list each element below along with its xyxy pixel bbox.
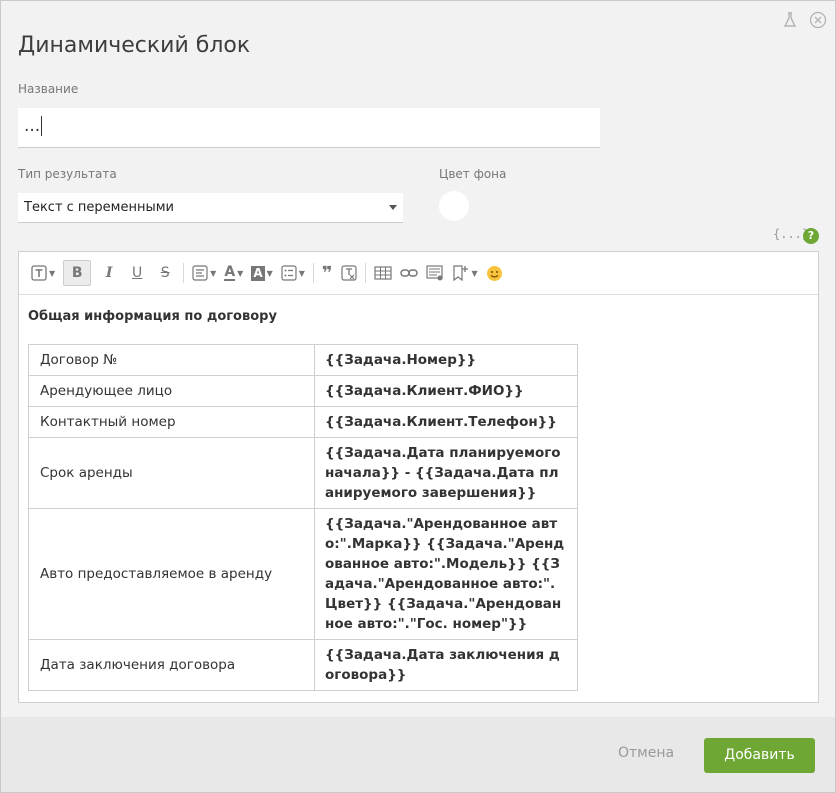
chevron-down-icon: ▼: [49, 268, 56, 278]
list-button[interactable]: ▼: [281, 261, 305, 285]
chevron-down-icon: ▼: [266, 268, 273, 278]
result-type-value: Текст с переменными: [24, 200, 174, 215]
table-cell-value: {{Задача.Клиент.Телефон}}: [314, 406, 578, 438]
table-row: Авто предоставляемое в аренду {{Задача."…: [28, 508, 578, 640]
table-cell-value: {{Задача.Клиент.ФИО}}: [314, 375, 578, 407]
content-heading: Общая информация по договору: [28, 309, 277, 324]
table-row: Срок аренды {{Задача.Дата планируемого н…: [28, 437, 578, 509]
dialog-top-icons: [781, 11, 827, 29]
editor-content[interactable]: Общая информация по договору Договор № {…: [19, 295, 818, 705]
dialog-title: Динамический блок: [18, 33, 251, 58]
bold-button[interactable]: B: [63, 260, 92, 286]
close-icon[interactable]: [809, 11, 827, 29]
chevron-down-icon: ▼: [210, 268, 217, 278]
help-icon[interactable]: ?: [803, 228, 819, 244]
table-cell-key: Срок аренды: [28, 437, 315, 509]
table-cell-value: {{Задача.Дата заключения договора}}: [314, 639, 578, 691]
table-row: Дата заключения договора {{Задача.Дата з…: [28, 639, 578, 691]
font-color-button[interactable]: A ▼: [224, 261, 243, 285]
align-button[interactable]: ▼: [192, 261, 216, 285]
table-cell-value: {{Задача.Дата планируемого начала}} - {{…: [314, 437, 578, 509]
dropdown-arrow-icon: [389, 205, 397, 210]
table-row: Договор № {{Задача.Номер}}: [28, 344, 578, 376]
table-cell-key: Арендующее лицо: [28, 375, 315, 407]
table-cell-key: Контактный номер: [28, 406, 315, 438]
table-icon[interactable]: [373, 261, 392, 285]
flask-icon[interactable]: [781, 11, 799, 29]
chevron-down-icon: ▼: [471, 268, 478, 278]
text-style-button[interactable]: ▼: [31, 261, 55, 285]
italic-button[interactable]: I: [99, 261, 119, 285]
name-input[interactable]: ...: [18, 108, 600, 148]
editor-toolbar: ▼ B I U S ▼ A ▼ A ▼ ▼ ❞ ▼: [19, 252, 818, 295]
bookmark-icon[interactable]: ▼: [452, 261, 478, 285]
bg-color-label: Цвет фона: [439, 167, 507, 181]
toolbar-separator: [312, 263, 314, 283]
chevron-down-icon: ▼: [237, 268, 244, 278]
link-icon[interactable]: [399, 261, 418, 285]
dynamic-block-dialog: Динамический блок Название ... Тип резул…: [0, 0, 836, 793]
chevron-down-icon: ▼: [298, 268, 305, 278]
cancel-button[interactable]: Отмена: [618, 745, 674, 761]
quote-icon[interactable]: ❞: [322, 261, 333, 285]
name-label: Название: [18, 82, 79, 96]
strikethrough-button[interactable]: S: [155, 261, 175, 285]
highlight-color-button[interactable]: A ▼: [251, 261, 273, 285]
media-icon[interactable]: [425, 261, 444, 285]
table-cell-key: Авто предоставляемое в аренду: [28, 508, 315, 640]
table-cell-key: Дата заключения договора: [28, 639, 315, 691]
bg-color-picker[interactable]: [439, 191, 469, 221]
add-button[interactable]: Добавить: [704, 738, 815, 773]
table-cell-key: Договор №: [28, 344, 315, 376]
rich-text-editor: ▼ B I U S ▼ A ▼ A ▼ ▼ ❞ ▼ Общая информац…: [18, 251, 819, 703]
table-row: Арендующее лицо {{Задача.Клиент.ФИО}}: [28, 375, 578, 407]
table-cell-value: {{Задача.Номер}}: [314, 344, 578, 376]
emoji-icon[interactable]: [486, 261, 503, 285]
name-input-value: ...: [24, 116, 41, 136]
table-cell-value: {{Задача."Арендованное авто:".Марка}} {{…: [314, 508, 578, 640]
table-row: Контактный номер {{Задача.Клиент.Телефон…: [28, 406, 578, 438]
result-type-label: Тип результата: [18, 167, 117, 181]
clear-format-icon[interactable]: [340, 261, 357, 285]
underline-button[interactable]: U: [127, 261, 147, 285]
toolbar-separator: [364, 263, 366, 283]
contract-info-table: Договор № {{Задача.Номер}} Арендующее ли…: [28, 344, 578, 691]
toolbar-separator: [183, 263, 185, 283]
text-caret: [41, 116, 43, 136]
result-type-select[interactable]: Текст с переменными: [18, 193, 403, 223]
